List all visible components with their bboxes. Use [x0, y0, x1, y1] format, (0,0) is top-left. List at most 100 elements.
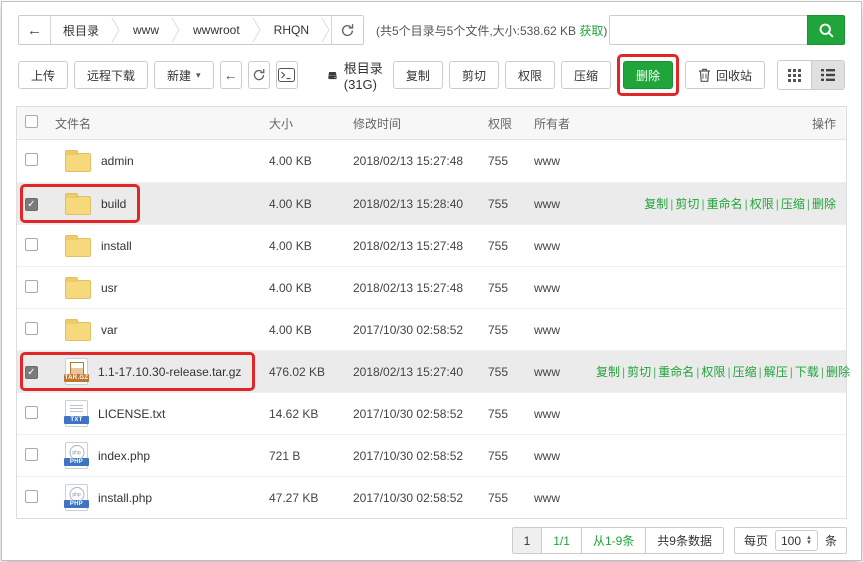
file-perm: 755: [488, 407, 534, 421]
file-name-link[interactable]: 1.1-17.10.30-release.tar.gz: [98, 365, 241, 379]
row-checkbox[interactable]: [25, 406, 38, 419]
back-arrow-icon[interactable]: ←: [19, 16, 51, 44]
row-checkbox[interactable]: [25, 153, 38, 166]
path-refresh-icon[interactable]: [331, 16, 363, 44]
row-checkbox[interactable]: [25, 448, 38, 461]
terminal-icon: [278, 68, 295, 82]
row-action-link[interactable]: 压缩: [781, 197, 805, 211]
row-action-link[interactable]: 删除: [812, 197, 836, 211]
pagination: 1 1/1 从1-9条 共9条数据 每页 100 ▲▼ 条: [2, 527, 847, 554]
file-size: 476.02 KB: [269, 365, 353, 379]
file-name-link[interactable]: install.php: [98, 491, 152, 505]
trash-icon: [698, 68, 711, 82]
row-checkbox[interactable]: [25, 490, 38, 503]
column-mtime: 修改时间: [353, 115, 488, 132]
txt-file-icon: [65, 400, 88, 427]
toolbar: 上传 远程下载 新建▾ ← 根目录(31G) 复制 剪切 权限 压缩 删除 回收…: [2, 45, 861, 92]
per-page-select[interactable]: 100 ▲▼: [775, 530, 818, 551]
file-perm: 755: [488, 154, 534, 168]
row-action-link[interactable]: 复制: [644, 197, 668, 211]
row-action-link[interactable]: 复制: [596, 365, 620, 379]
page-range-indicator: 从1-9条: [581, 528, 645, 553]
breadcrumb-wwwroot[interactable]: wwwroot: [181, 23, 252, 37]
page-group: 1 1/1 从1-9条 共9条数据: [512, 527, 724, 554]
row-checkbox[interactable]: [25, 280, 38, 293]
upload-button[interactable]: 上传: [18, 61, 68, 89]
permissions-button[interactable]: 权限: [505, 61, 555, 89]
grid-view-button[interactable]: [778, 61, 811, 89]
per-page-label: 每页: [744, 532, 768, 549]
stepper-arrows-icon: ▲▼: [806, 536, 812, 546]
folder-icon: [65, 280, 91, 299]
folder-icon: [65, 322, 91, 341]
row-action-link[interactable]: 权限: [701, 365, 725, 379]
search-icon: [818, 22, 835, 39]
selection-toolbar: 复制 剪切 权限 压缩 删除 回收站: [393, 58, 845, 92]
fetch-size-link[interactable]: 获取: [579, 24, 603, 38]
file-name-link[interactable]: admin: [101, 154, 134, 168]
table-body: admin4.00 KB2018/02/13 15:27:48755www✓bu…: [17, 140, 846, 518]
table-row: usr4.00 KB2018/02/13 15:27:48755www: [17, 266, 846, 308]
folder-icon: [65, 196, 91, 215]
file-manager-window: ← 根目录 www wwwroot RHQN (共5个目录与5个文件,大小:53…: [1, 1, 862, 561]
terminal-button[interactable]: [276, 61, 298, 89]
row-checkbox[interactable]: [25, 238, 38, 251]
row-action-link[interactable]: 下载: [795, 365, 819, 379]
row-action-link[interactable]: 解压: [764, 365, 788, 379]
file-name-link[interactable]: var: [101, 323, 118, 337]
list-view-icon: [821, 69, 835, 81]
file-perm: 755: [488, 239, 534, 253]
search-input[interactable]: [609, 15, 807, 45]
file-name-link[interactable]: build: [101, 197, 126, 211]
new-button[interactable]: 新建▾: [154, 61, 214, 89]
file-perm: 755: [488, 197, 534, 211]
remote-download-button[interactable]: 远程下载: [74, 61, 148, 89]
breadcrumb-root[interactable]: 根目录: [51, 22, 111, 39]
file-name-link[interactable]: index.php: [98, 449, 150, 463]
row-action-link[interactable]: 剪切: [675, 197, 699, 211]
file-name-link[interactable]: LICENSE.txt: [98, 407, 165, 421]
copy-button[interactable]: 复制: [393, 61, 443, 89]
table-header: 文件名 大小 修改时间 权限 所有者 操作: [17, 107, 846, 140]
breadcrumb-rhqn[interactable]: RHQN: [262, 23, 321, 37]
folder-icon: [65, 153, 91, 172]
file-perm: 755: [488, 491, 534, 505]
row-action-link[interactable]: 重命名: [707, 197, 743, 211]
row-checkbox[interactable]: ✓: [25, 366, 38, 379]
refresh-button[interactable]: [248, 61, 270, 89]
select-all-checkbox[interactable]: [25, 115, 38, 128]
php-file-icon: [65, 442, 88, 469]
targz-file-icon: [65, 358, 88, 385]
page-of-indicator: 1/1: [541, 528, 581, 553]
file-mtime: 2018/02/13 15:27:48: [353, 281, 488, 295]
page-number-button[interactable]: 1: [513, 528, 542, 553]
recycle-bin-button[interactable]: 回收站: [685, 61, 765, 89]
row-checkbox[interactable]: ✓: [25, 198, 38, 211]
php-file-icon: [65, 484, 88, 511]
file-name-link[interactable]: install: [101, 239, 132, 253]
file-perm: 755: [488, 281, 534, 295]
search-button[interactable]: [807, 15, 845, 45]
row-action-link[interactable]: 剪切: [627, 365, 651, 379]
directory-stats: (共5个目录与5个文件,大小:538.62 KB 获取): [376, 22, 607, 39]
search-box: [609, 15, 845, 45]
file-mtime: 2017/10/30 02:58:52: [353, 407, 488, 421]
column-size: 大小: [269, 115, 353, 132]
breadcrumb-www[interactable]: www: [121, 23, 171, 37]
row-action-link[interactable]: 删除: [826, 365, 850, 379]
folder-icon: [65, 238, 91, 257]
row-action-link[interactable]: 重命名: [658, 365, 694, 379]
file-owner: www: [534, 491, 596, 505]
row-action-link[interactable]: 权限: [750, 197, 774, 211]
file-name-link[interactable]: usr: [101, 281, 118, 295]
total-count-indicator: 共9条数据: [645, 528, 723, 553]
row-action-link[interactable]: 压缩: [733, 365, 757, 379]
file-owner: www: [534, 281, 596, 295]
row-checkbox[interactable]: [25, 322, 38, 335]
list-view-button[interactable]: [811, 61, 844, 89]
back-button[interactable]: ←: [220, 61, 242, 89]
compress-button[interactable]: 压缩: [561, 61, 611, 89]
delete-button[interactable]: 删除: [623, 61, 673, 89]
cut-button[interactable]: 剪切: [449, 61, 499, 89]
file-perm: 755: [488, 323, 534, 337]
